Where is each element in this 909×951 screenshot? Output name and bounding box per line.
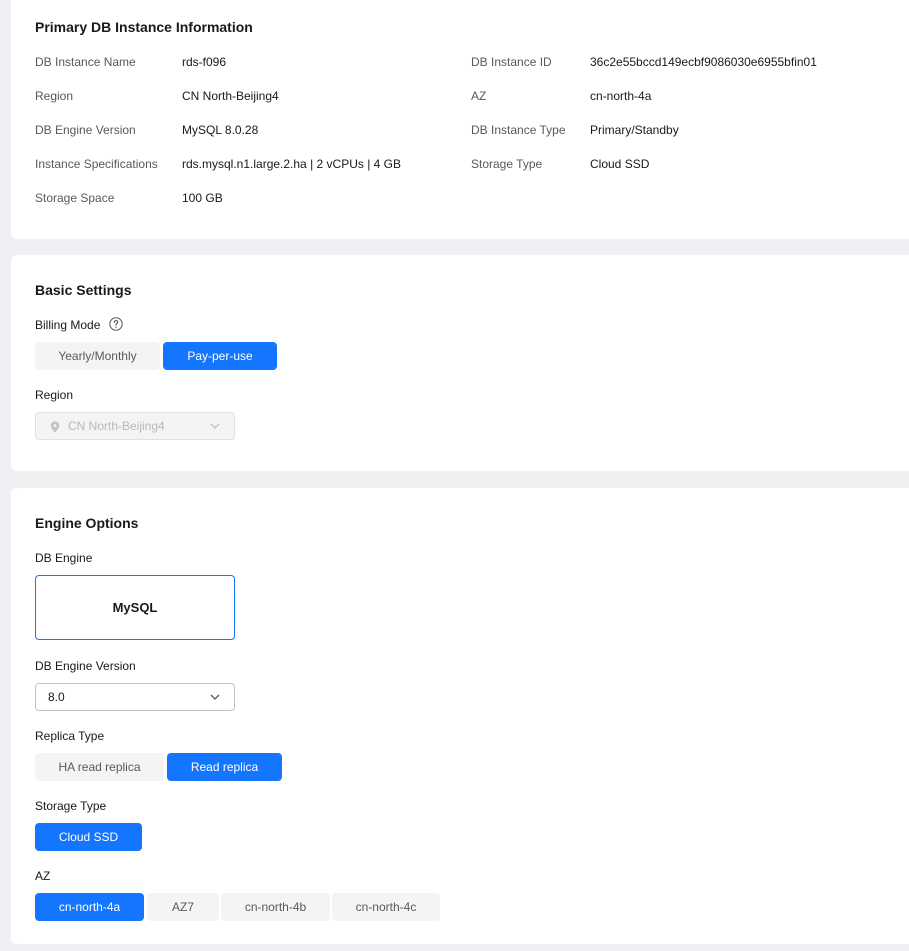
replica-type-label: Replica Type: [35, 729, 105, 743]
region-label: Region: [35, 388, 74, 402]
primary-instance-title: Primary DB Instance Information: [35, 19, 253, 35]
az-info-value: cn-north-4a: [590, 89, 652, 103]
db-engine-version-value: 8.0: [48, 690, 65, 704]
billing-pay-per-use-option[interactable]: Pay-per-use: [163, 342, 277, 370]
region-select[interactable]: CN North-Beijing4: [35, 412, 235, 440]
az-segment: cn-north-4a AZ7 cn-north-4b cn-north-4c: [35, 893, 441, 921]
az-info-label: AZ: [471, 89, 487, 103]
storage-type-info-value: Cloud SSD: [590, 157, 650, 171]
db-instance-name-label: DB Instance Name: [35, 55, 136, 69]
primary-instance-card: Primary DB Instance Information DB Insta…: [11, 0, 909, 239]
replica-type-segment: HA read replica Read replica: [35, 753, 283, 781]
engine-options-card: Engine Options DB Engine MySQL DB Engine…: [11, 488, 909, 944]
db-engine-label: DB Engine: [35, 551, 93, 565]
storage-type-label: Storage Type: [35, 799, 107, 813]
region-select-value: CN North-Beijing4: [68, 419, 165, 433]
instance-type-info-value: Primary/Standby: [590, 123, 679, 137]
chevron-down-icon: [210, 423, 220, 429]
region-info-value: CN North-Beijing4: [182, 89, 279, 103]
db-instance-id-value: 36c2e55bccd149ecbf9086030e6955bfin01: [590, 55, 817, 69]
az-cn-north-4b-option[interactable]: cn-north-4b: [221, 893, 330, 921]
storage-type-info-label: Storage Type: [471, 157, 543, 171]
db-engine-version-label: DB Engine Version: [35, 659, 136, 673]
instance-specs-info-label: Instance Specifications: [35, 157, 158, 171]
instance-specs-info-value: rds.mysql.n1.large.2.ha | 2 vCPUs | 4 GB: [182, 157, 401, 171]
region-info-label: Region: [35, 89, 74, 103]
instance-type-info-label: DB Instance Type: [471, 123, 566, 137]
billing-mode-label: Billing Mode: [35, 318, 101, 332]
az-cn-north-4a-option[interactable]: cn-north-4a: [35, 893, 144, 921]
az-label: AZ: [35, 869, 51, 883]
billing-mode-segment: Yearly/Monthly Pay-per-use: [35, 342, 278, 370]
az-az7-option[interactable]: AZ7: [147, 893, 219, 921]
storage-type-segment: Cloud SSD: [35, 823, 143, 851]
engine-version-info-value: MySQL 8.0.28: [182, 123, 259, 137]
question-circle-icon[interactable]: [109, 317, 123, 331]
db-instance-id-label: DB Instance ID: [471, 55, 552, 69]
az-cn-north-4c-option[interactable]: cn-north-4c: [332, 893, 440, 921]
replica-read-option[interactable]: Read replica: [167, 753, 282, 781]
map-pin-icon: [50, 421, 60, 433]
basic-settings-card: Basic Settings Billing Mode Yearly/Month…: [11, 255, 909, 471]
db-engine-version-select[interactable]: 8.0: [35, 683, 235, 711]
engine-mysql-card[interactable]: MySQL: [35, 575, 235, 640]
basic-settings-title: Basic Settings: [35, 282, 132, 298]
storage-space-info-label: Storage Space: [35, 191, 115, 205]
storage-cloud-ssd-option[interactable]: Cloud SSD: [35, 823, 142, 851]
engine-options-title: Engine Options: [35, 515, 139, 531]
db-instance-name-value: rds-f096: [182, 55, 227, 69]
storage-space-info-value: 100 GB: [182, 191, 223, 205]
replica-ha-read-option[interactable]: HA read replica: [35, 753, 164, 781]
chevron-down-icon: [210, 694, 220, 700]
billing-yearly-monthly-option[interactable]: Yearly/Monthly: [35, 342, 160, 370]
engine-version-info-label: DB Engine Version: [35, 123, 136, 137]
